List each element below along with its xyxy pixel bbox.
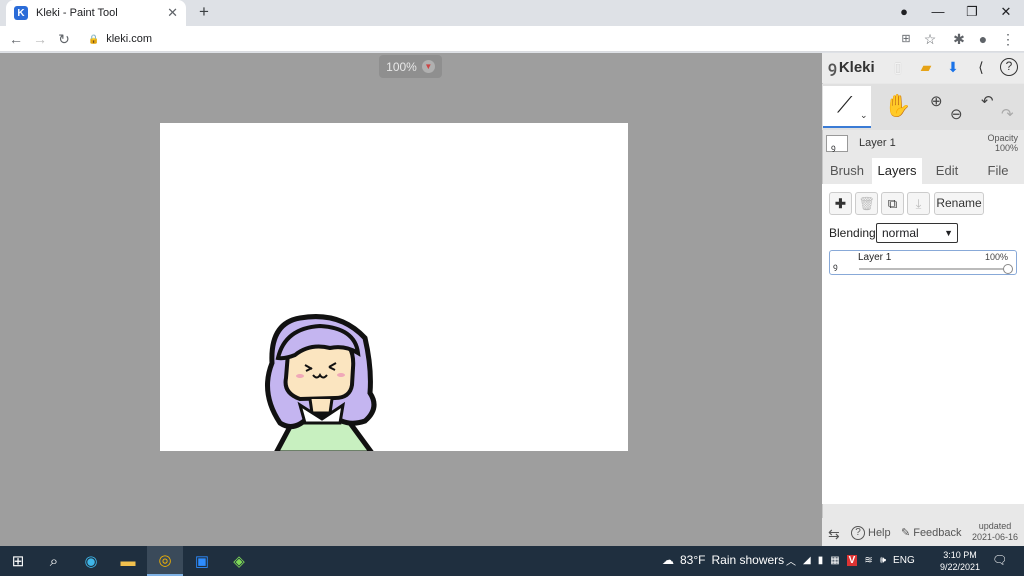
redo-icon[interactable]: ↷ xyxy=(1001,105,1014,123)
chevron-down-icon[interactable]: ⌄ xyxy=(860,110,868,121)
layer-thumbnail: ꝯ xyxy=(833,262,838,271)
layer-name: Layer 1 xyxy=(858,252,892,263)
new-tab-button[interactable]: + xyxy=(194,2,214,22)
extensions-icon[interactable]: ✱ xyxy=(950,30,968,48)
kleki-logo-text: Kleki xyxy=(838,58,875,76)
weather-widget[interactable]: ☁ 83°F Rain showers xyxy=(662,553,784,567)
forward-icon[interactable]: → xyxy=(31,30,49,48)
kleki-logo-icon: ꝯ xyxy=(828,59,837,76)
opacity-readout[interactable]: Opacity 100% xyxy=(978,133,1018,153)
security-icon[interactable]: ▦ xyxy=(830,555,839,566)
back-icon[interactable]: ← xyxy=(7,30,25,48)
brush-icon: ⟋ xyxy=(837,92,853,117)
system-tray: ︿ ◢ ▮ ▦ V ≋ 🕪 ENG xyxy=(786,553,915,568)
notification-icon[interactable]: 🗨 xyxy=(992,553,1007,567)
drawing-canvas[interactable] xyxy=(160,123,628,451)
language-indicator[interactable]: ENG xyxy=(893,555,915,566)
help-link[interactable]: ? Help xyxy=(851,526,891,540)
tab-title: Kleki - Paint Tool xyxy=(36,7,118,19)
drawing-artwork xyxy=(265,314,377,451)
microphone-icon[interactable]: ▮ xyxy=(818,555,824,566)
share-icon[interactable]: ⟨ xyxy=(972,58,990,76)
tab-close-icon[interactable]: ✕ xyxy=(167,5,178,21)
feedback-icon: ✎ xyxy=(901,527,911,539)
layer-opacity: 100% xyxy=(985,252,1009,262)
rename-layer-button[interactable]: Rename xyxy=(934,192,984,215)
wifi-icon[interactable]: ≋ xyxy=(864,555,872,566)
chevron-up-icon[interactable]: ︿ xyxy=(786,553,796,568)
duplicate-layer-button[interactable]: ⧉ xyxy=(881,192,904,215)
zoom-indicator[interactable]: 100% ▼ xyxy=(379,55,442,78)
tab-brush[interactable]: Brush xyxy=(822,158,872,184)
blending-label: Blending xyxy=(829,226,876,240)
profile-menu-icon[interactable]: ● xyxy=(888,2,920,22)
file-explorer-icon[interactable]: ▬ xyxy=(110,546,146,576)
browser-toolbar xyxy=(0,26,1024,52)
edge-icon[interactable]: ◉ xyxy=(73,546,109,576)
chrome-menu-icon[interactable]: ⋮ xyxy=(999,30,1017,48)
chrome-icon[interactable]: ◎ xyxy=(147,546,183,576)
delete-layer-button[interactable]: 🗑 xyxy=(855,192,878,215)
browser-tab[interactable]: K Kleki - Paint Tool ✕ xyxy=(6,0,186,26)
opacity-label: Opacity xyxy=(987,133,1018,143)
add-layer-button[interactable]: ✚ xyxy=(829,192,852,215)
restore-button[interactable]: ❐ xyxy=(956,2,988,22)
blending-select[interactable]: normal ▼ xyxy=(876,223,958,243)
volume-icon[interactable]: 🕪 xyxy=(880,555,886,566)
merge-layer-button[interactable]: ⤓ xyxy=(907,192,930,215)
download-icon[interactable]: ⬇ xyxy=(944,58,962,76)
tab-edit[interactable]: Edit xyxy=(922,158,972,184)
opacity-value: 100% xyxy=(994,143,1018,153)
lock-icon: 🔒 xyxy=(88,33,100,44)
chevron-down-icon: ▼ xyxy=(944,228,953,238)
account-icon[interactable]: ● xyxy=(974,30,992,48)
updated-date: 2021-06-16 xyxy=(972,532,1019,542)
updated-label: updated xyxy=(978,521,1012,531)
help-label: Help xyxy=(868,527,891,539)
start-button[interactable]: ⊞ xyxy=(0,546,36,576)
current-layer-name: Layer 1 xyxy=(859,137,896,149)
help-circle-icon: ? xyxy=(851,526,865,540)
current-layer-thumbnail: ꝯ xyxy=(826,135,848,152)
updated-info: updated 2021-06-16 xyxy=(972,521,1018,543)
network-icon[interactable]: ◢ xyxy=(803,555,811,566)
taskbar-clock[interactable]: 3:10 PM 9/22/2021 xyxy=(935,549,985,573)
kleki-logo: ꝯ Kleki xyxy=(828,57,875,77)
help-icon[interactable]: ? xyxy=(1000,58,1018,76)
brush-tool-button[interactable]: ⟋ ⌄ xyxy=(823,86,871,128)
reload-icon[interactable]: ↻ xyxy=(55,30,73,48)
open-folder-icon[interactable]: ▰ xyxy=(917,58,935,76)
layer-opacity-slider[interactable] xyxy=(859,268,1009,270)
blending-value: normal xyxy=(882,226,919,240)
layer-opacity-handle[interactable] xyxy=(1003,264,1013,274)
weather-temp: 83°F xyxy=(680,553,706,567)
search-icon[interactable]: ⌕ xyxy=(36,546,72,576)
undo-icon[interactable]: ↶ xyxy=(981,92,994,110)
swap-side-icon[interactable]: ⇆ xyxy=(828,526,840,543)
zoom-label: 100% xyxy=(386,59,417,74)
weather-text: Rain showers xyxy=(711,553,785,567)
feedback-link[interactable]: ✎ Feedback xyxy=(901,526,962,540)
reset-zoom-icon[interactable]: ▼ xyxy=(421,60,435,73)
zoom-app-icon[interactable]: ▣ xyxy=(184,546,220,576)
pinned-app-icon[interactable]: ◈ xyxy=(221,546,257,576)
translate-icon[interactable]: ⊞ xyxy=(897,30,915,48)
bookmark-star-icon[interactable]: ☆ xyxy=(921,30,939,48)
hand-tool-icon[interactable]: ✋ xyxy=(884,93,911,119)
url-text: kleki.com xyxy=(106,33,153,45)
kleki-favicon-icon: K xyxy=(14,6,28,20)
zoom-in-icon[interactable]: ⊕ xyxy=(930,92,943,110)
feedback-label: Feedback xyxy=(913,526,962,539)
tab-layers[interactable]: Layers xyxy=(872,158,922,184)
clock-date: 9/22/2021 xyxy=(939,562,981,572)
zoom-out-icon[interactable]: ⊖ xyxy=(950,105,963,123)
new-image-icon[interactable]: ▯ xyxy=(889,58,907,76)
close-window-button[interactable]: ✕ xyxy=(990,2,1022,22)
cloud-rain-icon: ☁ xyxy=(662,553,674,567)
tab-file[interactable]: File xyxy=(972,158,1024,184)
address-bar[interactable]: 🔒 kleki.com xyxy=(88,31,152,47)
antivirus-icon[interactable]: V xyxy=(846,555,858,566)
clock-time: 3:10 PM xyxy=(943,550,977,560)
minimize-button[interactable]: — xyxy=(922,2,954,22)
